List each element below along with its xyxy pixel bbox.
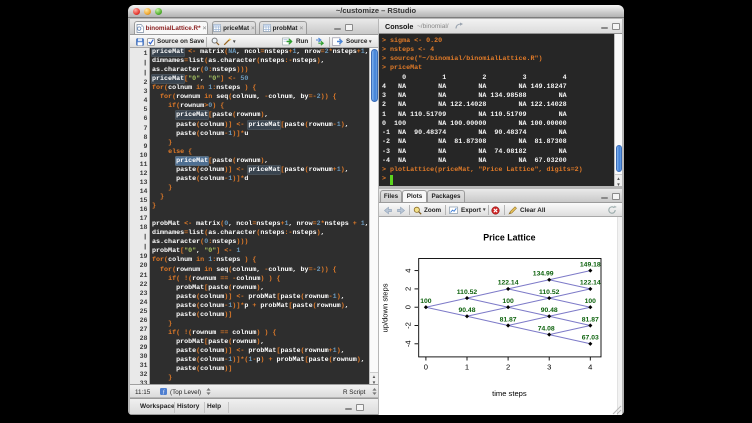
svg-text:90.48: 90.48: [541, 307, 558, 314]
svg-text:1: 1: [465, 363, 469, 372]
svg-text:2: 2: [404, 287, 413, 291]
svg-text:3: 3: [547, 363, 551, 372]
svg-text:up/down steps: up/down steps: [381, 283, 390, 332]
svg-text:4: 4: [404, 268, 413, 272]
svg-text:149.18: 149.18: [580, 261, 601, 268]
svg-text:81.87: 81.87: [582, 316, 599, 323]
svg-text:90.48: 90.48: [458, 307, 475, 314]
svg-text:-4: -4: [404, 340, 413, 347]
svg-text:100: 100: [585, 298, 597, 305]
svg-text:100: 100: [502, 298, 514, 305]
svg-text:2: 2: [506, 363, 510, 372]
svg-text:0: 0: [424, 363, 428, 372]
svg-text:4: 4: [588, 363, 592, 372]
svg-text:Price Lattice: Price Lattice: [483, 233, 535, 243]
svg-text:81.87: 81.87: [500, 316, 517, 323]
svg-text:100: 100: [420, 298, 432, 305]
svg-text:110.52: 110.52: [457, 289, 478, 296]
svg-text:67.03: 67.03: [582, 335, 599, 342]
svg-text:time steps: time steps: [492, 389, 527, 398]
svg-text:0: 0: [404, 305, 413, 309]
svg-text:110.52: 110.52: [539, 289, 560, 296]
svg-text:74.08: 74.08: [538, 325, 555, 332]
svg-text:-2: -2: [404, 322, 413, 329]
svg-text:134.99: 134.99: [533, 271, 554, 278]
svg-text:122.14: 122.14: [498, 280, 519, 287]
svg-text:122.14: 122.14: [580, 280, 601, 287]
